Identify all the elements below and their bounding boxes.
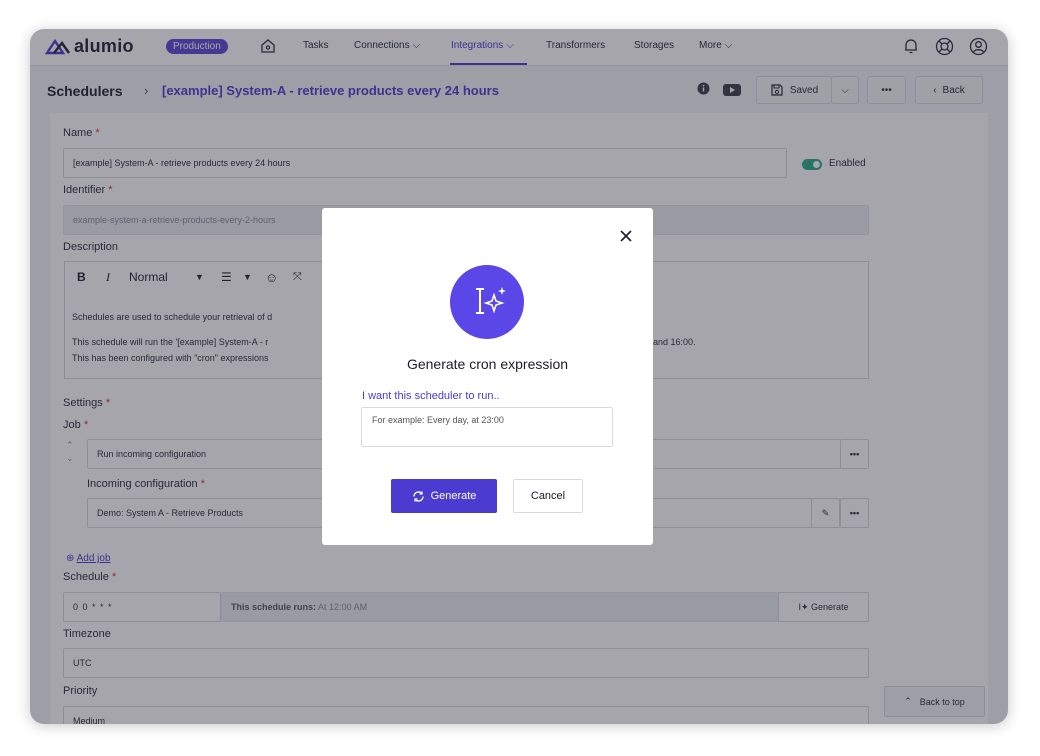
close-icon[interactable] bbox=[620, 229, 632, 247]
modal-title: Generate cron expression bbox=[406, 356, 569, 372]
schedule-prompt-label: I want this scheduler to run.. bbox=[362, 390, 500, 402]
schedule-prompt-input[interactable]: For example: Every day, at 23:00 bbox=[361, 407, 613, 447]
cancel-button[interactable]: Cancel bbox=[513, 479, 583, 513]
app-window: alumio Production Tasks Connections ⌵ Int… bbox=[30, 29, 1008, 724]
generate-button-label: Generate bbox=[430, 490, 477, 502]
generate-cron-dialog: Generate cron expression I want this sch… bbox=[322, 208, 653, 545]
generate-button[interactable]: Generate bbox=[391, 479, 497, 513]
ai-sparkle-icon bbox=[450, 265, 524, 339]
refresh-icon bbox=[412, 490, 424, 502]
